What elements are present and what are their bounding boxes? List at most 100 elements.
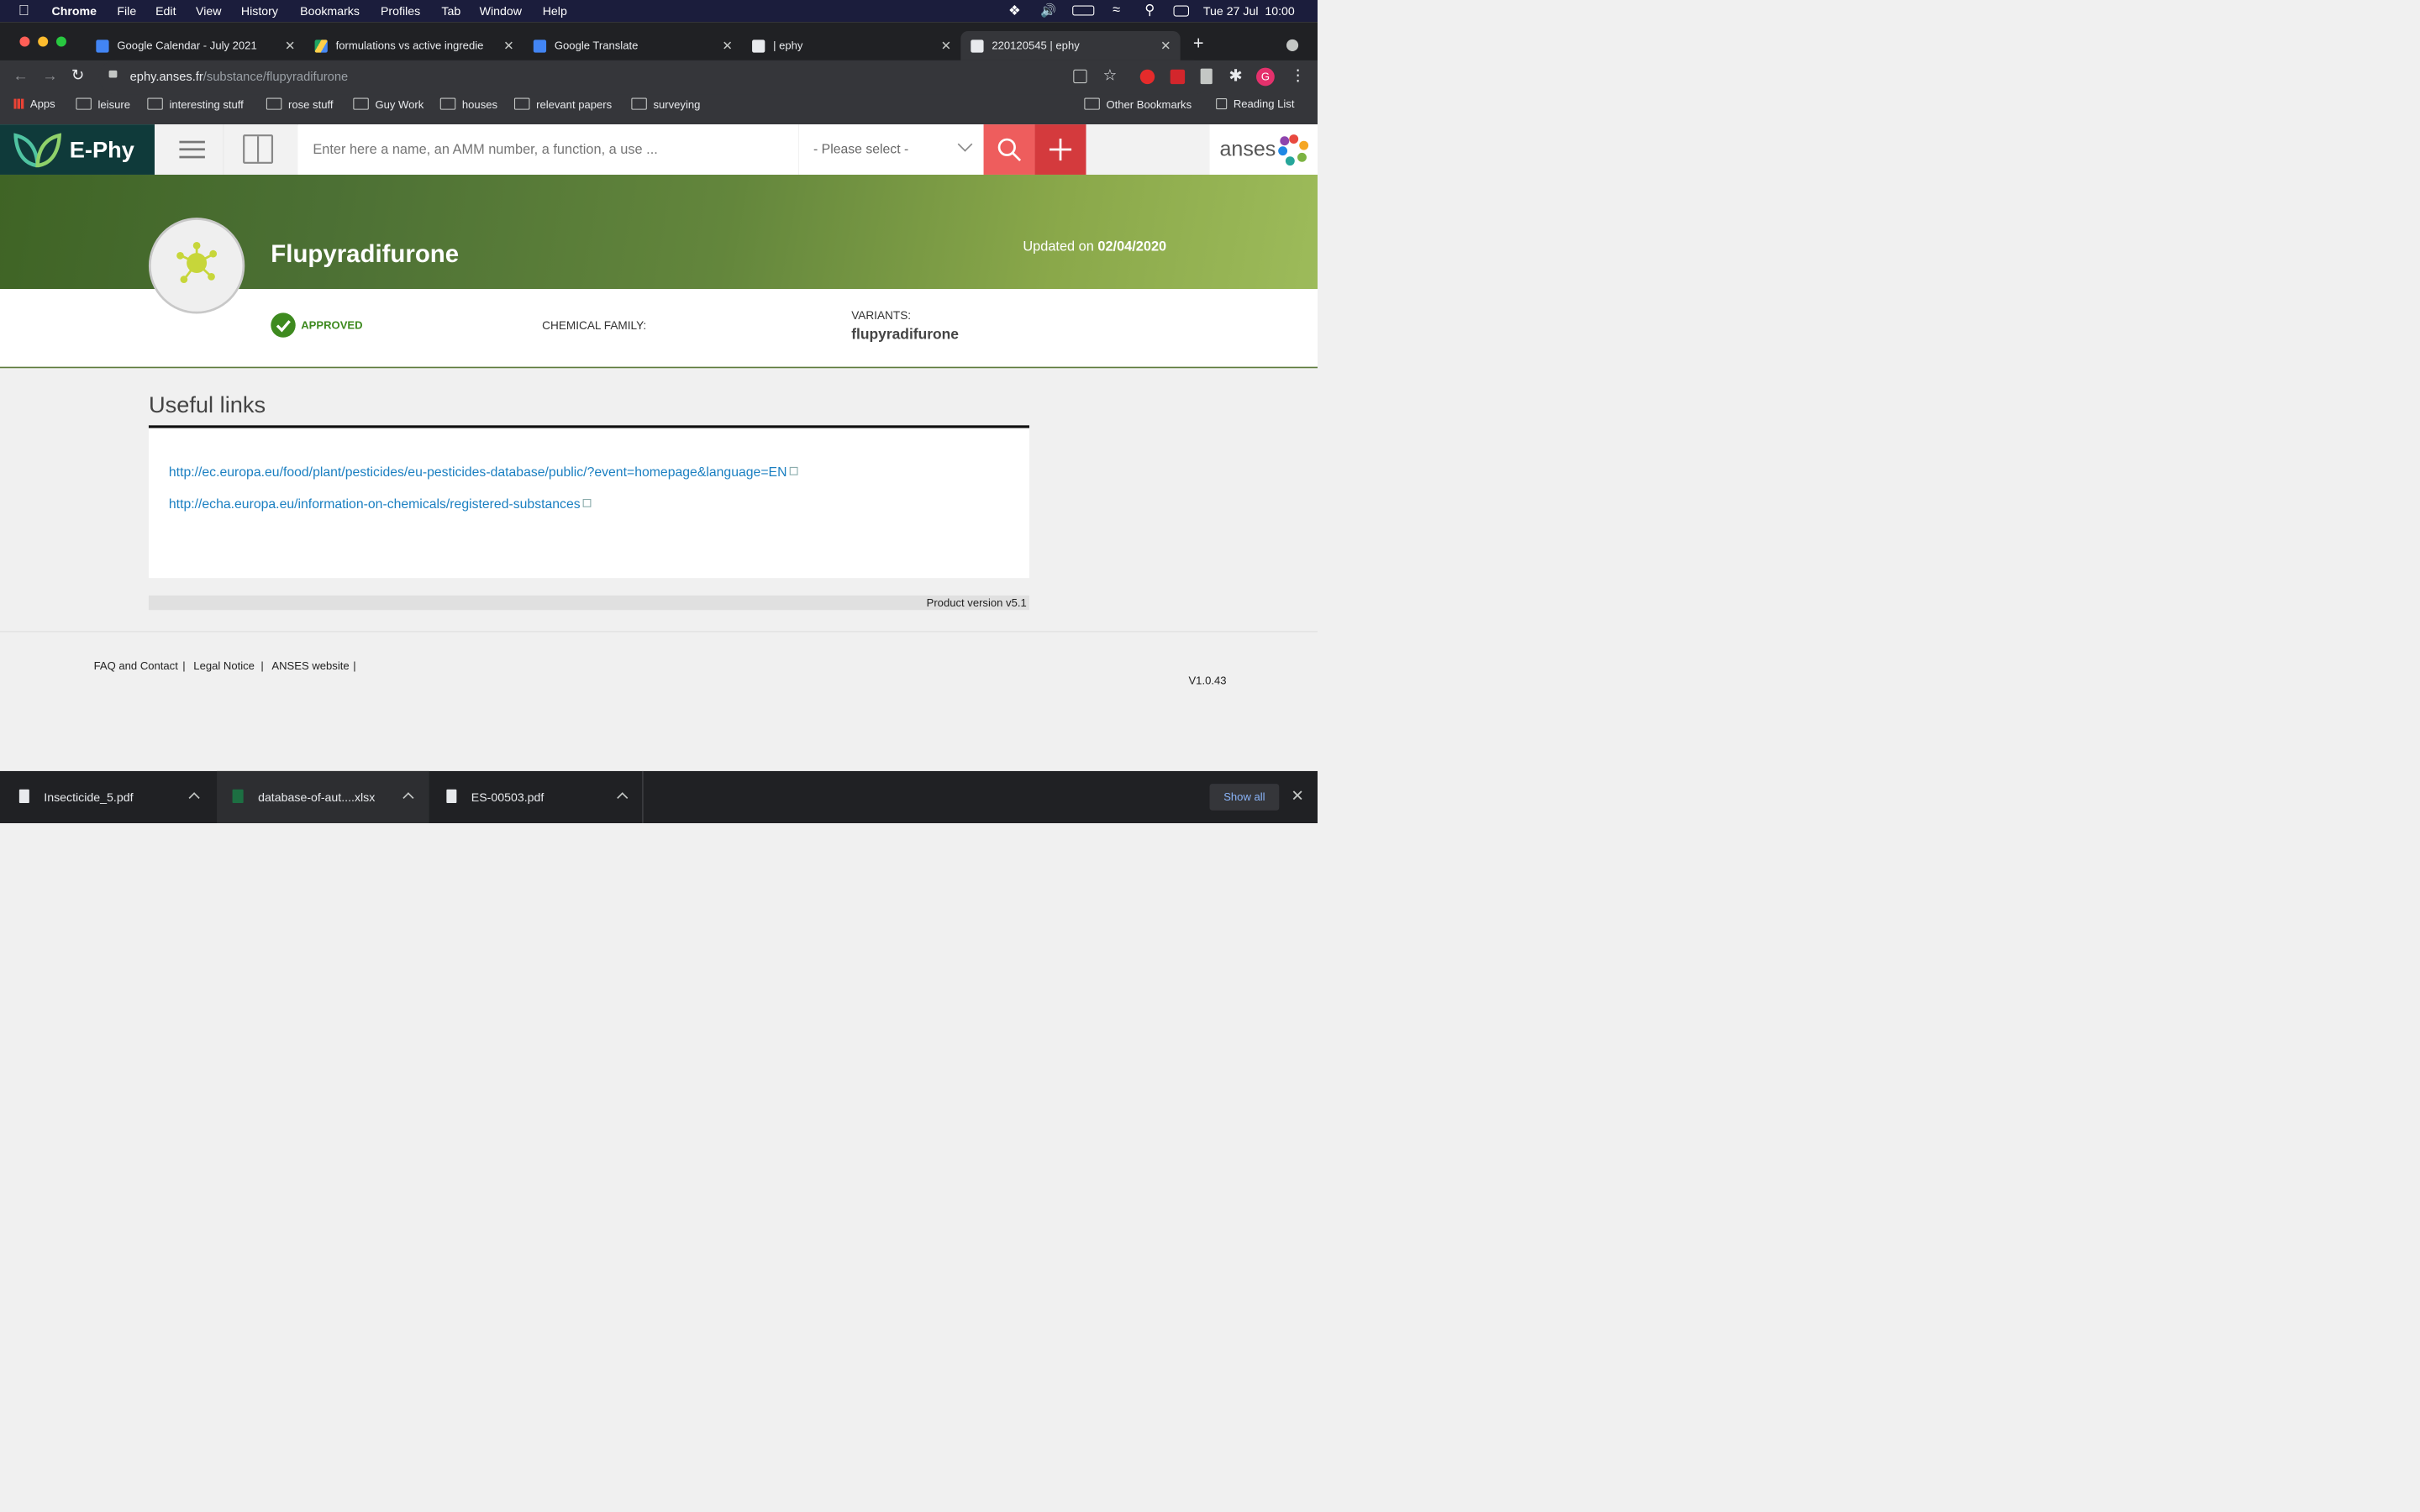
google-drive-icon xyxy=(314,39,328,53)
tab-google-calendar[interactable]: Google Calendar - July 2021 ✕ xyxy=(96,31,296,60)
show-all-button[interactable]: Show all xyxy=(1209,784,1280,811)
bookmark-relevant-papers[interactable]: relevant papers xyxy=(513,97,612,112)
bookmark-label: Reading List xyxy=(1233,97,1295,111)
menubar-clock[interactable]: Tue 27 Jul 10:00 xyxy=(1203,4,1295,18)
folder-icon xyxy=(439,97,456,110)
product-version: Product version v5.1 xyxy=(926,596,1027,610)
spotlight-search-icon[interactable]: ⚲ xyxy=(1144,2,1155,18)
link-echa-registered-substances[interactable]: http://echa.europa.eu/information-on-che… xyxy=(169,496,592,512)
download-item[interactable]: ES-00503.pdf xyxy=(430,770,644,823)
wifi-icon[interactable]: ≈ xyxy=(1113,2,1120,18)
url-text[interactable]: ephy.anses.fr/substance/flupyradifurone xyxy=(130,70,349,84)
bookmark-other[interactable]: Other Bookmarks xyxy=(1084,97,1192,112)
search-button[interactable] xyxy=(983,124,1035,175)
lock-icon[interactable] xyxy=(108,70,118,78)
apple-icon[interactable]:  xyxy=(18,2,29,18)
guide-button[interactable] xyxy=(223,124,298,175)
close-tab-icon[interactable]: ✕ xyxy=(1160,31,1171,60)
bookmark-rose-stuff[interactable]: rose stuff xyxy=(266,97,334,112)
menu-edit[interactable]: Edit xyxy=(155,4,176,18)
menu-history[interactable]: History xyxy=(241,4,278,18)
category-select[interactable]: - Please select - xyxy=(798,124,984,175)
bookmark-leisure[interactable]: leisure xyxy=(76,97,130,112)
reload-icon[interactable]: ↻ xyxy=(71,66,85,84)
bookmark-apps[interactable]: Apps xyxy=(13,98,55,111)
menu-view[interactable]: View xyxy=(196,4,221,18)
site-header: E-Phy - Please select - anses xyxy=(0,124,1318,175)
profile-avatar[interactable]: G xyxy=(1256,67,1275,87)
chrome-menu-icon[interactable]: ⋮ xyxy=(1290,66,1306,84)
app-name[interactable]: Chrome xyxy=(52,4,97,18)
battery-icon[interactable] xyxy=(1072,5,1095,16)
chevron-up-icon[interactable] xyxy=(617,792,629,804)
close-tab-icon[interactable]: ✕ xyxy=(722,31,733,60)
folder-icon xyxy=(353,97,369,110)
link-text[interactable]: http://echa.europa.eu/information-on-che… xyxy=(169,496,581,511)
control-center-icon[interactable] xyxy=(1173,5,1190,17)
macos-menu-bar:  Chrome File Edit View History Bookmark… xyxy=(0,0,1318,23)
substance-title: Flupyradifurone xyxy=(271,239,460,268)
close-tab-icon[interactable]: ✕ xyxy=(285,31,296,60)
chevron-up-icon[interactable] xyxy=(188,792,200,804)
leaf-logo-icon xyxy=(13,133,61,168)
ephy-logo[interactable]: E-Phy xyxy=(0,124,155,175)
back-icon[interactable]: ← xyxy=(13,66,29,84)
menu-window[interactable]: Window xyxy=(480,4,522,18)
footer-link-legal-notice[interactable]: Legal Notice xyxy=(193,660,255,673)
tab-ephy-active[interactable]: 220120545 | ephy ✕ xyxy=(960,31,1181,60)
volume-icon[interactable]: 🔊 xyxy=(1040,3,1056,18)
star-icon[interactable]: ☆ xyxy=(1103,66,1118,84)
new-tab-button[interactable]: + xyxy=(1193,33,1204,53)
close-tab-icon[interactable]: ✕ xyxy=(503,31,514,60)
footer-link-faq[interactable]: FAQ and Contact xyxy=(94,660,178,673)
close-downloads-icon[interactable]: ✕ xyxy=(1291,786,1304,805)
extensions-puzzle-icon[interactable]: ✱ xyxy=(1228,66,1242,85)
tab-search-icon[interactable] xyxy=(1286,39,1299,51)
substance-avatar xyxy=(148,218,245,314)
search-input[interactable] xyxy=(297,124,799,175)
link-eu-pesticides-database[interactable]: http://ec.europa.eu/food/plant/pesticide… xyxy=(169,465,798,480)
menu-profiles[interactable]: Profiles xyxy=(381,4,420,18)
hamburger-menu-button[interactable] xyxy=(155,124,224,175)
anses-logo[interactable]: anses xyxy=(1209,124,1318,175)
menu-help[interactable]: Help xyxy=(543,4,567,18)
window-maximize-button[interactable] xyxy=(55,36,66,47)
bookmark-interesting-stuff[interactable]: interesting stuff xyxy=(147,97,244,112)
close-tab-icon[interactable]: ✕ xyxy=(941,31,952,60)
tab-ephy[interactable]: | ephy ✕ xyxy=(752,31,951,60)
extension-mendeley-icon[interactable] xyxy=(1170,69,1186,85)
extension-stop-icon[interactable] xyxy=(1139,69,1155,85)
forward-icon[interactable]: → xyxy=(42,66,58,84)
window-close-button[interactable] xyxy=(19,36,30,47)
tab-title: Google Translate xyxy=(554,39,639,52)
dropbox-icon[interactable]: ❖ xyxy=(1008,3,1021,18)
tab-google-translate[interactable]: Google Translate ✕ xyxy=(533,31,733,60)
download-item[interactable]: Insecticide_5.pdf xyxy=(0,771,216,823)
bookmark-guy-work[interactable]: Guy Work xyxy=(353,97,424,112)
bookmark-houses[interactable]: houses xyxy=(439,97,497,112)
bookmark-surveying[interactable]: surveying xyxy=(631,97,700,112)
chevron-up-icon[interactable] xyxy=(402,792,414,804)
select-value: - Please select - xyxy=(813,141,909,157)
useful-links-heading: Useful links xyxy=(148,391,266,418)
ephy-favicon-icon xyxy=(752,39,765,53)
tab-title: 220120545 | ephy xyxy=(992,39,1080,52)
updated-label: Updated on xyxy=(1023,239,1094,255)
extension-doc-icon[interactable] xyxy=(1200,68,1213,85)
calendar-icon xyxy=(96,39,109,53)
reading-list[interactable]: Reading List xyxy=(1216,98,1294,111)
address-bar[interactable]: ephy.anses.fr/substance/flupyradifurone … xyxy=(98,60,1211,95)
tab-title: | ephy xyxy=(773,39,803,52)
link-text[interactable]: http://ec.europa.eu/food/plant/pesticide… xyxy=(169,465,787,479)
product-version-bar: Product version v5.1 xyxy=(148,595,1029,611)
menu-tab[interactable]: Tab xyxy=(441,4,460,18)
download-item[interactable]: database-of-aut....xlsx xyxy=(217,770,429,823)
footer-link-anses-website[interactable]: ANSES website xyxy=(271,660,349,673)
anses-logo-text: anses xyxy=(1219,136,1276,161)
menu-file[interactable]: File xyxy=(117,4,136,18)
menu-bookmarks[interactable]: Bookmarks xyxy=(300,4,360,18)
tab-google-drive[interactable]: formulations vs active ingredie ✕ xyxy=(314,31,514,60)
window-minimize-button[interactable] xyxy=(38,36,49,47)
translate-page-icon[interactable] xyxy=(1073,69,1087,84)
add-button[interactable] xyxy=(1034,124,1086,175)
